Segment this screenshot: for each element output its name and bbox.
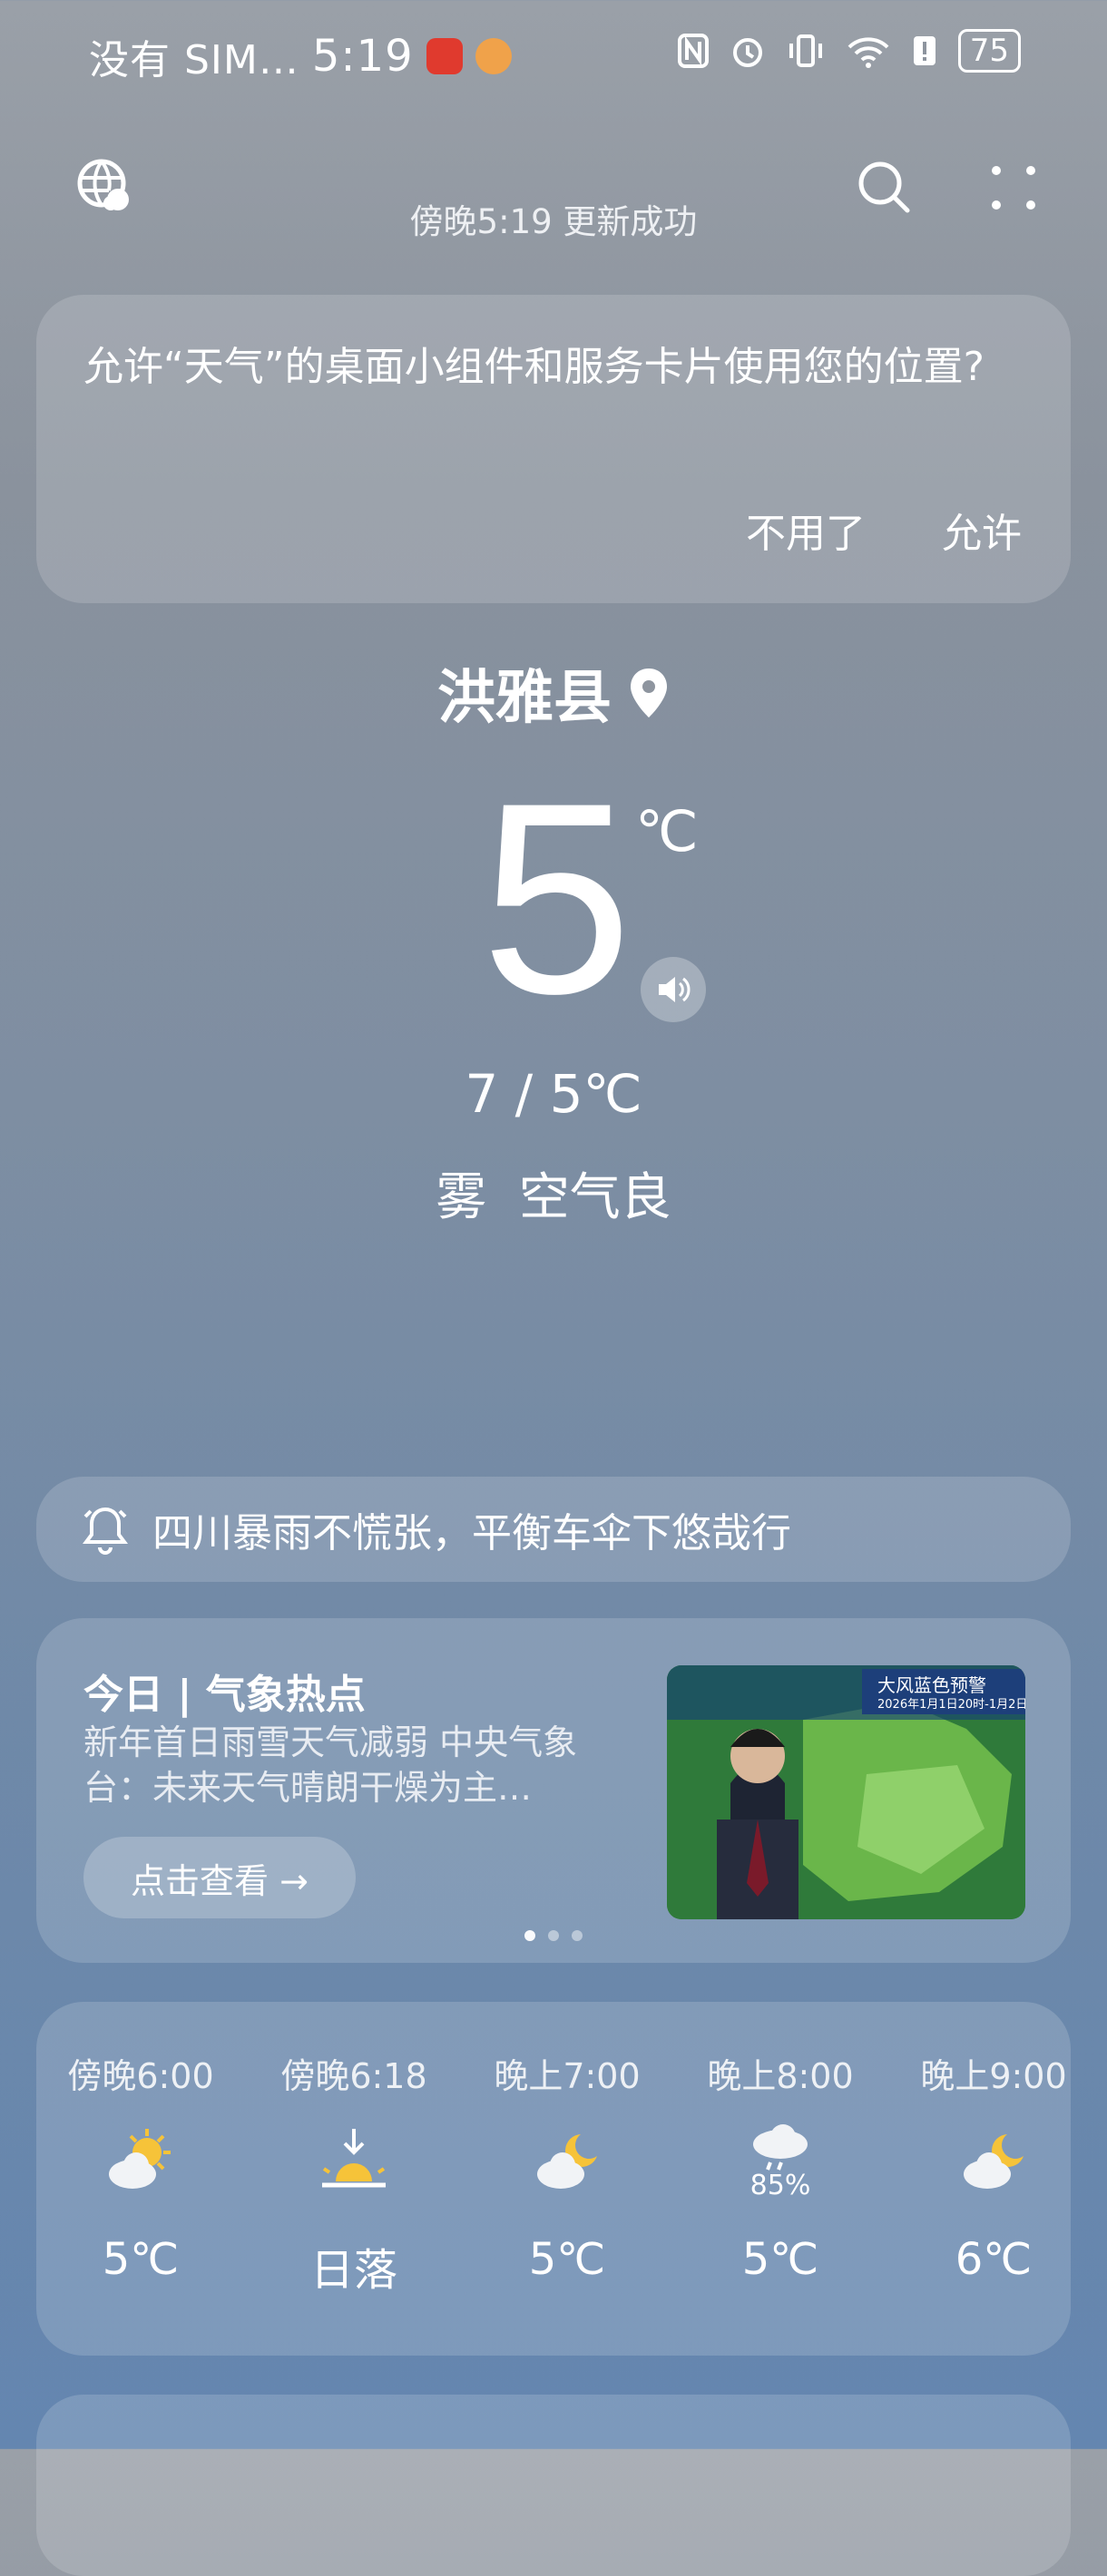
search-button[interactable] [857,160,913,220]
hour-value: 5℃ [741,2234,819,2285]
hourly-item: 晚上7:00 5℃ [476,2048,658,2285]
city-name: 洪雅县 [437,665,612,732]
rain-cloud-icon [753,2123,808,2171]
hourly-item: 晚上8:00 85% 5℃ [690,2048,871,2285]
hour-value: 6℃ [955,2234,1033,2285]
news-title: 今日 | 气象热点 [83,1672,366,1718]
current-temperature: 5 [481,746,632,1050]
more-grid-icon [992,166,1035,210]
app-badge-icon [475,38,512,74]
video-app-icon [426,38,463,74]
hourly-item: 晚上9:00 6℃ [903,2048,1084,2285]
carousel-dot [524,1930,535,1941]
carousel-indicator [0,1930,1107,1941]
bell-icon [83,1507,128,1555]
deny-button[interactable]: 不用了 [746,501,866,559]
hour-time: 晚上9:00 [920,2056,1067,2096]
hour-time: 晚上8:00 [707,2056,854,2096]
partly-cloudy-night-icon [964,2134,1024,2189]
alarm-icon [732,38,762,67]
speaker-icon [659,977,691,1002]
wifi-icon [847,37,889,68]
news-thumbnail[interactable]: 大风蓝色预警 2026年1月1日20时-1月2日 [667,1665,1025,1919]
search-icon [858,161,910,213]
temperature-range: 7 / 5℃ [465,1063,642,1125]
precip-chance: 85% [749,2169,811,2201]
more-menu-button[interactable] [991,165,1036,214]
hour-time: 晚上7:00 [494,2056,641,2096]
image-banner-text: 大风蓝色预警 [877,1674,986,1696]
carousel-dot [572,1930,583,1941]
hourly-item: 傍晚6:00 5℃ [50,2048,231,2285]
weather-condition: 雾 空气良 [436,1168,671,1227]
battery-saver-icon [913,36,936,65]
status-bar-right: 75 [677,29,1021,73]
permission-message: 允许“天气”的桌面小组件和服务卡片使用您的位置? [83,344,985,390]
status-bar-left: 没有 SIM… 5:19 [89,27,512,85]
nfc-icon [677,34,709,68]
hourly-item: 傍晚6:18 日落 [263,2048,445,2298]
hour-value: 日落 [309,2245,397,2296]
partly-cloudy-night-icon [537,2134,597,2189]
voice-broadcast-button[interactable] [641,957,706,1022]
location-pin-icon [631,668,667,717]
view-button[interactable]: 点击查看 → [83,1837,356,1918]
hour-value: 5℃ [528,2234,606,2285]
hour-time: 傍晚6:00 [67,2056,214,2096]
allow-button[interactable]: 允许 [942,501,1022,559]
hour-value: 5℃ [102,2234,180,2285]
hour-time: 傍晚6:18 [280,2056,427,2096]
clock: 5:19 [311,31,414,82]
update-status: 傍晚5:19 更新成功 [409,202,698,241]
next-card [36,2395,1071,2576]
vibrate-icon [789,34,822,67]
battery-level: 75 [957,29,1021,73]
tip-text: 四川暴雨不慌张，平衡车伞下悠哉行 [152,1510,791,1556]
location-header[interactable]: 洪雅县 [0,651,1107,735]
news-subtitle: 新年首日雨雪天气减弱 中央气象台：未来天气晴朗干燥为主… [83,1722,578,1808]
carousel-dot [548,1930,559,1941]
image-date-text: 2026年1月1日20时-1月2日 [877,1698,1025,1712]
tip-banner[interactable]: 四川暴雨不慌张，平衡车伞下悠哉行 [36,1477,1071,1582]
sunset-icon [322,2129,386,2188]
carrier-text: 没有 SIM… [89,37,299,83]
temperature-unit: ℃ [635,798,699,864]
partly-cloudy-day-icon [109,2129,171,2189]
